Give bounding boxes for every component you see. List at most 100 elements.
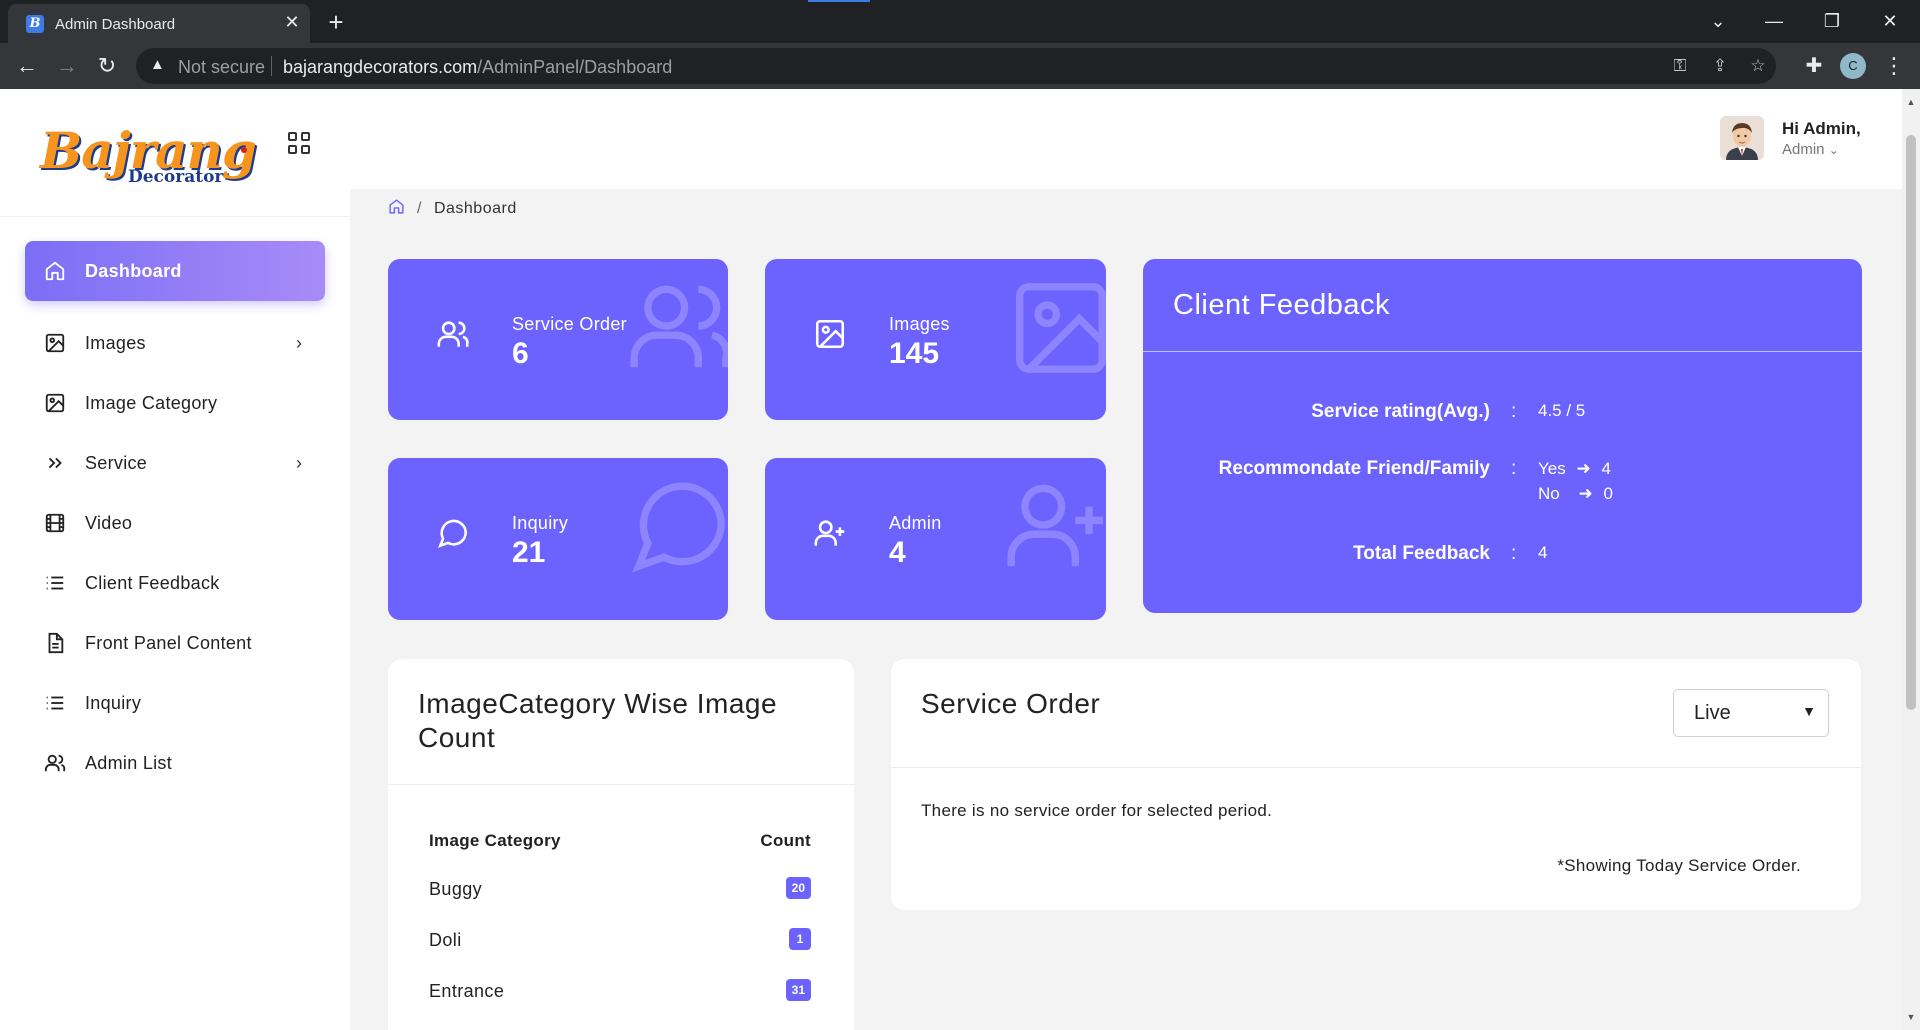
profile-avatar[interactable]: C <box>1840 53 1866 79</box>
document-icon <box>43 631 67 655</box>
avatar[interactable] <box>1720 116 1764 160</box>
no-count: 0 <box>1603 484 1613 503</box>
stat-value: 21 <box>512 536 546 569</box>
service-order-panel: Service Order Live ▼ There is no service… <box>891 659 1861 910</box>
count-badge: 20 <box>785 877 811 899</box>
page-scrollbar[interactable]: ▲ ▼ <box>1902 89 1920 1030</box>
sidebar-item-admin-list[interactable]: Admin List <box>25 733 325 793</box>
sidebar-item-label: Front Panel Content <box>85 632 252 653</box>
sidebar-item-image-category[interactable]: Image Category <box>25 373 325 433</box>
service-rating-label: Service rating(Avg.) <box>1311 401 1490 422</box>
star-icon[interactable]: ☆ <box>1746 55 1770 77</box>
table-row: Entrance 31 <box>429 979 811 1005</box>
home-icon <box>43 259 67 283</box>
url-field[interactable]: ▲ Not secure bajarangdecorators.com/Admi… <box>136 48 1776 84</box>
column-header-count: Count <box>760 831 811 850</box>
home-icon[interactable] <box>388 198 405 220</box>
sidebar-item-front-panel-content[interactable]: Front Panel Content <box>25 613 325 673</box>
logo-dot <box>241 147 247 153</box>
total-feedback-value: 4 <box>1538 543 1548 562</box>
stat-card-service-order[interactable]: Service Order 6 <box>388 259 728 420</box>
sidebar-item-inquiry[interactable]: Inquiry <box>25 673 325 733</box>
user-role-dropdown[interactable]: Admin ⌄ <box>1782 141 1839 158</box>
sidebar-item-label: Client Feedback <box>85 572 220 593</box>
count-badge: 1 <box>789 928 811 950</box>
security-label[interactable]: Not secure <box>178 57 265 78</box>
sidebar-item-label: Service <box>85 452 148 473</box>
arrow-right-icon: ➜ <box>1576 459 1591 478</box>
double-chevron-icon <box>43 451 67 475</box>
recommend-no: No ➜ 0 <box>1538 484 1613 504</box>
client-feedback-title: Client Feedback <box>1173 289 1391 321</box>
scroll-up-arrow-icon[interactable]: ▲ <box>1905 97 1917 109</box>
share-icon[interactable]: ⇪ <box>1708 55 1732 77</box>
sidebar-item-client-feedback[interactable]: Client Feedback <box>25 553 325 613</box>
chevron-right-icon: › <box>296 332 302 353</box>
chevron-down-icon: ▼ <box>1802 703 1816 719</box>
sidebar-item-video[interactable]: Video <box>25 493 325 553</box>
recommend-yes: Yes ➜ 4 <box>1538 459 1611 479</box>
stat-label: Admin <box>889 513 942 533</box>
key-icon[interactable]: ⚿ <box>1668 55 1692 77</box>
stat-card-inquiry[interactable]: Inquiry 21 <box>388 458 728 620</box>
url-text[interactable]: bajarangdecorators.com/AdminPanel/Dashbo… <box>283 57 672 78</box>
sidebar-item-label: Image Category <box>85 392 218 413</box>
breadcrumb: / Dashboard <box>388 198 517 220</box>
column-header-category: Image Category <box>429 831 561 850</box>
page-viewport: Bajrang Decorator Dashboard Images › Ima… <box>0 89 1920 1030</box>
recommend-label: Recommondate Friend/Family <box>1218 458 1490 479</box>
logo-area: Bajrang Decorator <box>0 89 350 217</box>
sidebar-item-images[interactable]: Images › <box>25 313 325 373</box>
browser-tab-strip: B Admin Dashboard ✕ + ⌄ — ❐ ✕ <box>0 0 1920 43</box>
category-name: Entrance <box>429 981 505 1001</box>
tab-close-icon[interactable]: ✕ <box>282 12 302 32</box>
image-category-panel: ImageCategory Wise Image Count Image Cat… <box>388 659 854 1030</box>
chevron-down-icon: ⌄ <box>1828 143 1839 157</box>
address-bar: ← → ↻ ▲ Not secure bajarangdecorators.co… <box>0 43 1920 89</box>
period-select[interactable]: Live ▼ <box>1673 689 1829 737</box>
sidebar-item-service[interactable]: Service › <box>25 433 325 493</box>
browser-tab[interactable]: B Admin Dashboard ✕ <box>8 4 310 43</box>
colon: : <box>1511 543 1517 564</box>
warning-icon[interactable]: ▲ <box>150 56 165 73</box>
stat-value: 145 <box>889 337 940 370</box>
colon: : <box>1511 458 1517 479</box>
list-icon <box>43 691 67 715</box>
top-header: Hi Admin, Admin ⌄ <box>350 89 1902 189</box>
back-icon[interactable]: ← <box>12 51 42 81</box>
scrollbar-thumb[interactable] <box>1906 135 1916 710</box>
stat-label: Inquiry <box>512 513 569 533</box>
image-icon <box>43 391 67 415</box>
yes-count: 4 <box>1601 459 1611 478</box>
stat-label: Images <box>889 314 950 334</box>
service-rating-value: 4.5 / 5 <box>1538 401 1586 420</box>
restore-icon[interactable]: ❐ <box>1810 6 1854 36</box>
sidebar-item-label: Admin List <box>85 752 173 773</box>
image-icon <box>43 331 67 355</box>
sidebar-item-label: Inquiry <box>85 692 142 713</box>
browser-menu-icon[interactable]: ⋮ <box>1880 52 1908 80</box>
period-select-value: Live <box>1694 702 1731 724</box>
forward-icon[interactable]: → <box>52 51 82 81</box>
stat-card-images[interactable]: Images 145 <box>765 259 1106 420</box>
window-close-icon[interactable]: ✕ <box>1868 6 1912 36</box>
add-user-icon <box>813 516 847 550</box>
chat-bubble-icon <box>436 516 470 550</box>
tab-search-icon[interactable]: ⌄ <box>1696 6 1740 36</box>
sidebar-toggle-icon[interactable] <box>288 132 314 158</box>
user-role: Admin <box>1782 141 1825 158</box>
scroll-down-arrow-icon[interactable]: ▼ <box>1905 1012 1917 1024</box>
url-host: bajarangdecorators.com <box>283 57 478 77</box>
extensions-icon[interactable]: ✚ <box>1800 52 1828 80</box>
stat-card-admin[interactable]: Admin 4 <box>765 458 1106 620</box>
reload-icon[interactable]: ↻ <box>92 51 122 81</box>
panel-title: ImageCategory Wise Image Count <box>418 688 778 753</box>
category-name: Buggy <box>429 879 483 899</box>
stat-value: 4 <box>889 536 906 569</box>
sidebar-item-dashboard[interactable]: Dashboard <box>25 241 325 301</box>
colon: : <box>1511 401 1517 422</box>
tab-title: Admin Dashboard <box>55 16 176 33</box>
new-tab-button[interactable]: + <box>322 9 350 37</box>
minimize-icon[interactable]: — <box>1752 6 1796 36</box>
stat-label: Service Order <box>512 314 627 334</box>
